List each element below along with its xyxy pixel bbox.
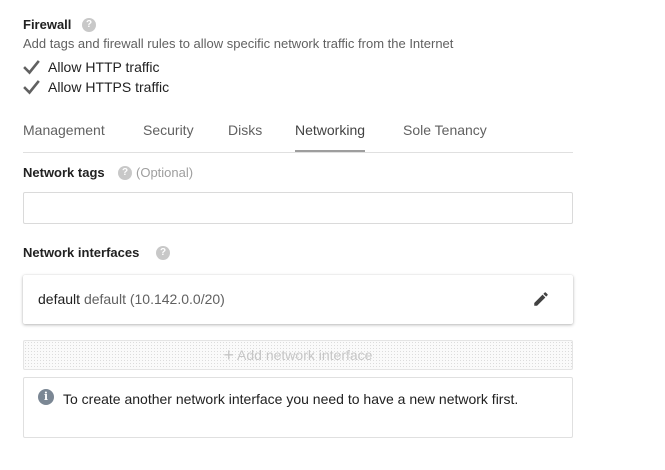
checkbox-checked-icon[interactable]: [23, 59, 40, 76]
network-interface-detail: default (10.142.0.0/20): [83, 291, 225, 307]
plus-icon: +: [223, 345, 235, 365]
network-tags-help-icon[interactable]: ?: [118, 166, 132, 180]
tab-sole-tenancy[interactable]: Sole Tenancy: [403, 122, 487, 152]
firewall-help-icon[interactable]: ?: [82, 18, 96, 32]
network-tags-label: Network tags: [23, 165, 105, 180]
checkbox-checked-icon[interactable]: [23, 79, 40, 96]
network-interface-summary: default default (10.142.0.0/20): [38, 291, 225, 307]
allow-https-checkbox-row[interactable]: Allow HTTPS traffic: [23, 78, 169, 96]
tab-management[interactable]: Management: [23, 122, 105, 152]
network-tags-input[interactable]: [23, 192, 573, 224]
firewall-description: Add tags and firewall rules to allow spe…: [23, 36, 454, 51]
allow-http-label[interactable]: Allow HTTP traffic: [48, 59, 160, 75]
network-interface-name: default: [38, 291, 81, 307]
optional-hint: (Optional): [136, 165, 194, 180]
tab-disks[interactable]: Disks: [228, 122, 262, 152]
network-interfaces-help-icon[interactable]: ?: [156, 246, 170, 260]
info-icon: i: [38, 389, 54, 405]
info-message: i To create another network interface yo…: [23, 377, 573, 438]
network-interfaces-label: Network interfaces: [23, 245, 140, 260]
edit-icon[interactable]: [532, 290, 550, 308]
tab-security[interactable]: Security: [143, 122, 194, 152]
allow-https-label[interactable]: Allow HTTPS traffic: [48, 79, 169, 95]
add-network-interface-button[interactable]: + Add network interface: [23, 340, 573, 370]
add-network-interface-label: Add network interface: [237, 347, 373, 363]
network-interface-item[interactable]: default default (10.142.0.0/20): [23, 275, 573, 324]
info-message-text: To create another network interface you …: [63, 391, 519, 407]
allow-http-checkbox-row[interactable]: Allow HTTP traffic: [23, 58, 160, 76]
settings-tabs: Management Security Disks Networking Sol…: [23, 116, 573, 153]
tab-networking[interactable]: Networking: [295, 122, 366, 152]
firewall-heading: Firewall: [23, 17, 72, 32]
